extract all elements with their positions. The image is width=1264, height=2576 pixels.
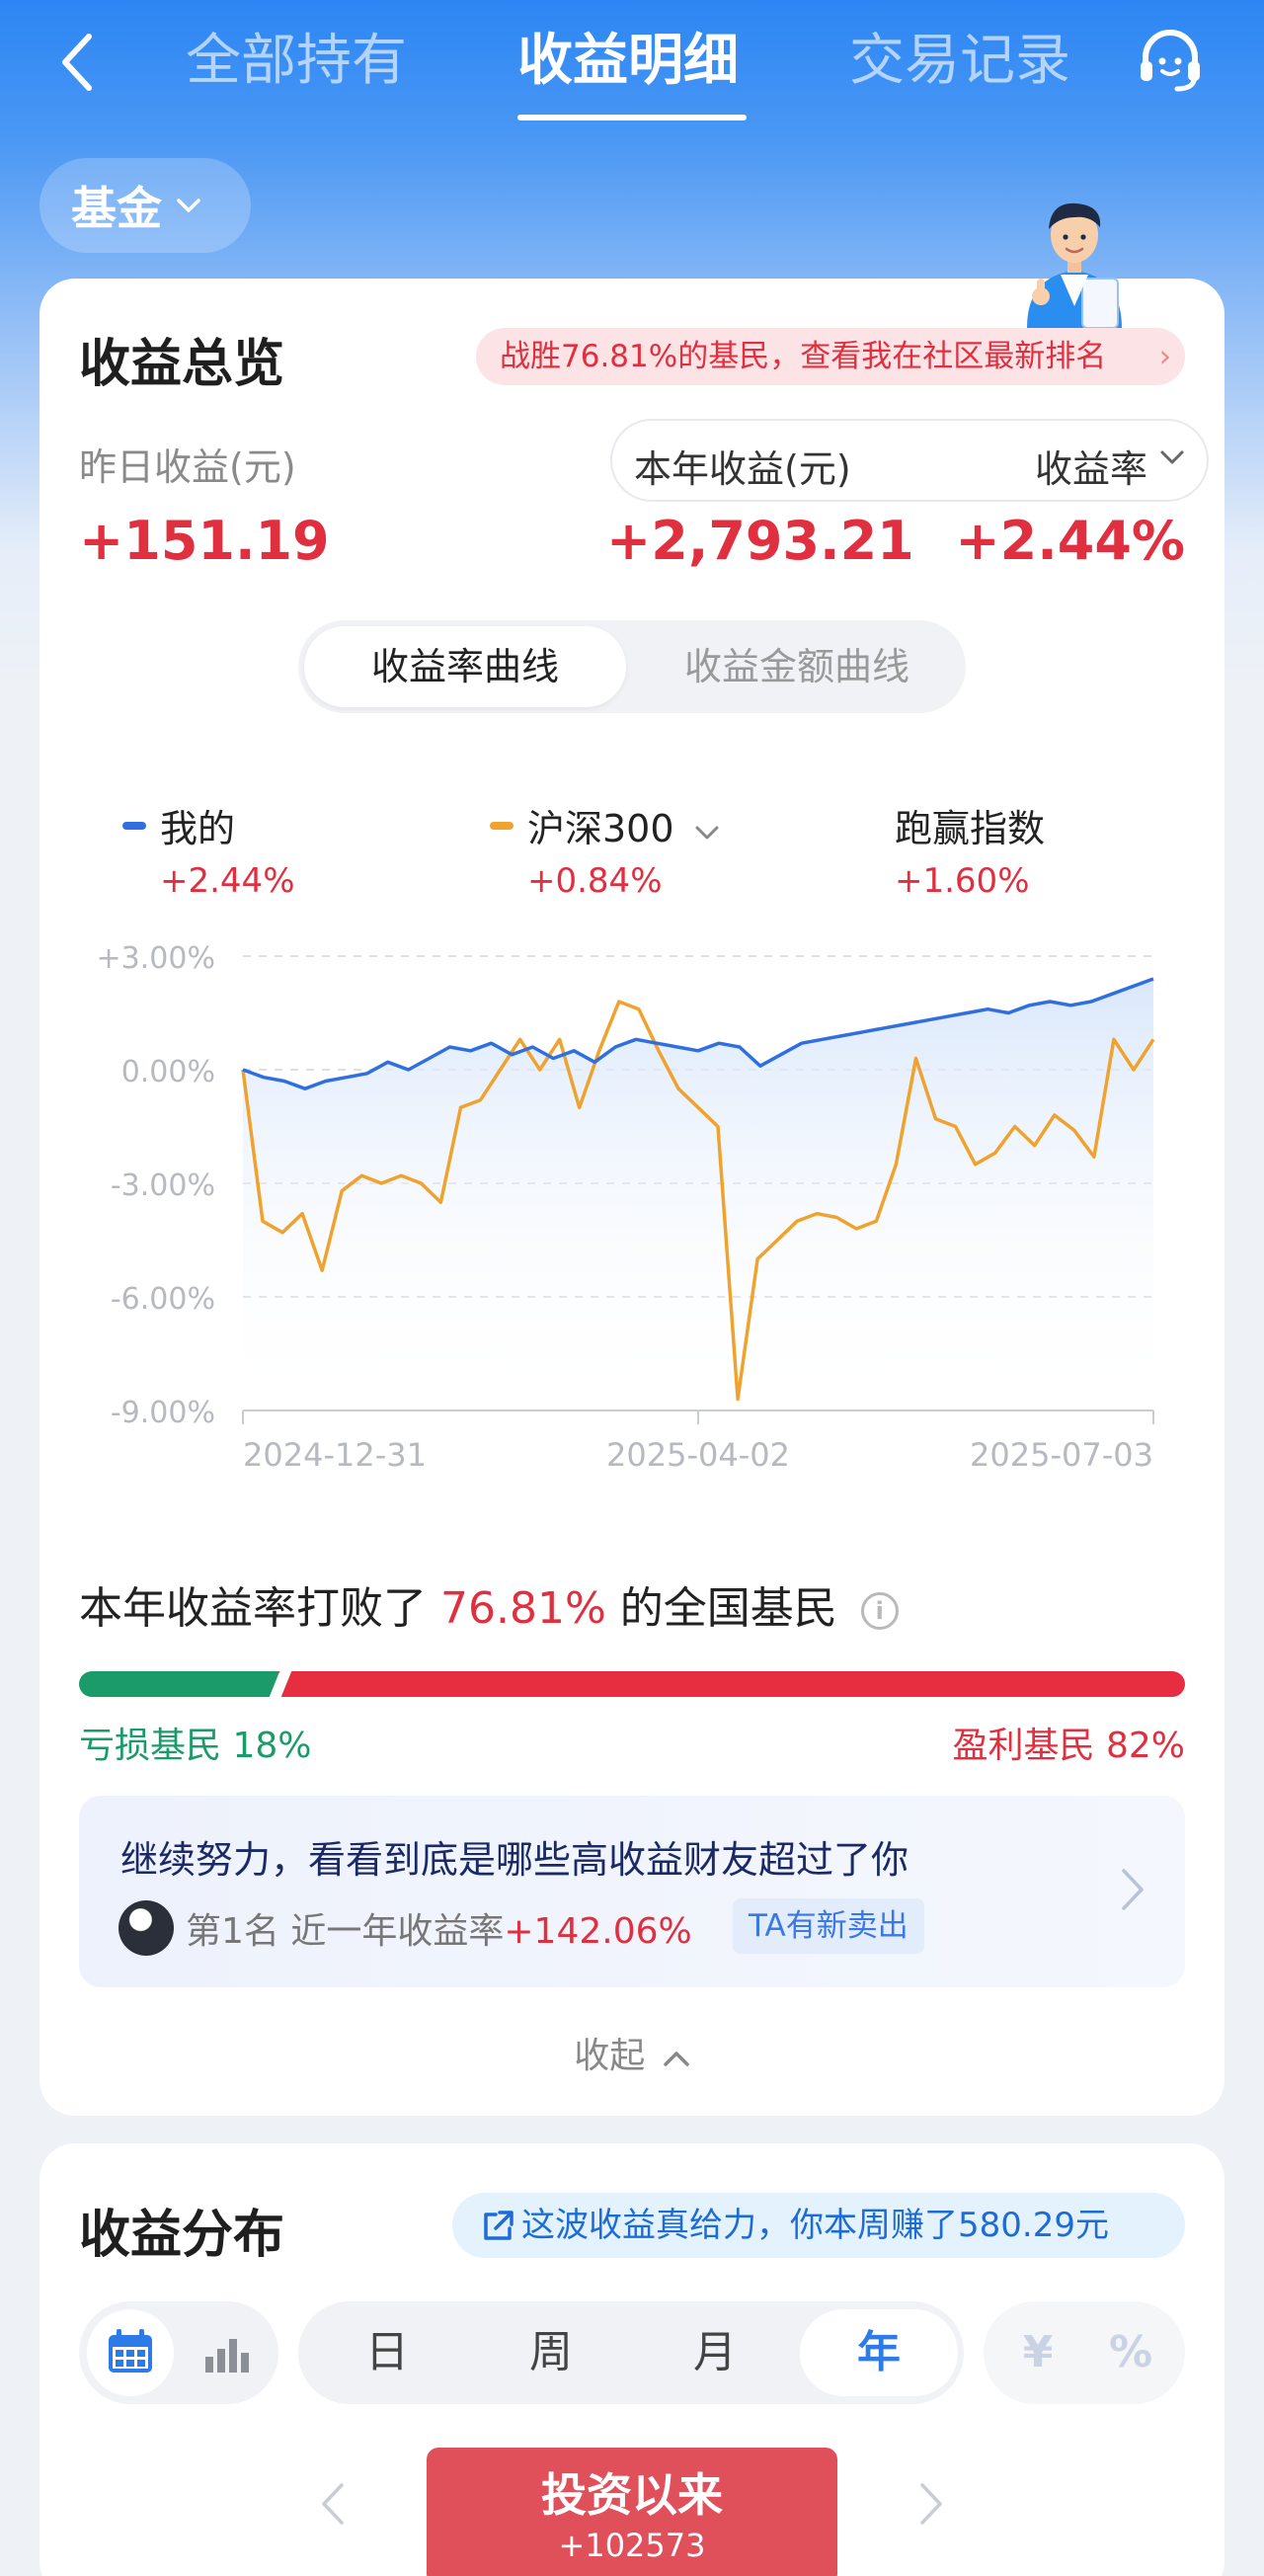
bar-chart-icon	[205, 2339, 249, 2373]
share-icon	[484, 2211, 514, 2240]
period-day[interactable]: 日	[308, 2301, 466, 2404]
beat-suffix: 的全国基民	[619, 1583, 837, 1634]
return-rate-chart: +3.00% 0.00% -3.00% -6.00% -9.00% 2024-12-31 2…	[97, 941, 1155, 1474]
promo-title: 继续努力，看看到底是哪些高收益财友超过了你	[120, 1838, 909, 1882]
x-tick-label: 2025-07-03	[970, 1436, 1153, 1474]
gain-share-bar	[278, 1671, 1185, 1697]
gain-investors-label: 盈利基民 82%	[952, 1726, 1185, 1766]
x-tick-label: 2025-04-02	[606, 1436, 790, 1474]
info-icon[interactable]: i	[860, 1592, 899, 1630]
x-tick-label: 2024-12-31	[243, 1436, 427, 1474]
beat-percent: 76.81%	[440, 1583, 606, 1634]
collapse-button[interactable]: 收起	[0, 2027, 1264, 2078]
beat-prefix: 本年收益率打败了	[79, 1583, 427, 1634]
period-year[interactable]: 年	[800, 2301, 958, 2404]
unit-toggle: ¥ %	[984, 2301, 1185, 2404]
chevron-left-icon[interactable]	[318, 2481, 346, 2527]
since-inception-value: +102573	[558, 2527, 706, 2564]
y-tick-label: -9.00%	[111, 1396, 215, 1430]
y-tick-label: -3.00%	[111, 1168, 215, 1203]
collapse-label: 收起	[574, 2036, 646, 2076]
beat-summary: 本年收益率打败了 76.81% 的全国基民 i	[79, 1572, 899, 1636]
promo-desc: 近一年收益率	[290, 1911, 505, 1952]
top-earners-banner[interactable]: 继续努力，看看到底是哪些高收益财友超过了你 第1名 近一年收益率+142.06%…	[79, 1796, 1185, 1987]
chevron-right-icon[interactable]	[918, 2481, 946, 2527]
new-sell-tag: TA有新卖出	[733, 1898, 924, 1954]
period-month[interactable]: 月	[636, 2301, 794, 2404]
since-inception-label: 投资以来	[541, 2468, 723, 2522]
chevron-right-icon	[1122, 1869, 1144, 1910]
y-tick-label: -6.00%	[111, 1282, 215, 1317]
view-mode-toggle	[79, 2301, 278, 2404]
bar-view-button[interactable]	[182, 2309, 269, 2396]
unit-amount[interactable]: ¥	[993, 2301, 1082, 2404]
promo-value: +142.06%	[504, 1911, 692, 1952]
weekly-earnings-share[interactable]: 这波收益真给力，你本周赚了580.29元	[452, 2193, 1185, 2258]
promo-detail: 第1名 近一年收益率+142.06%	[186, 1902, 692, 1954]
period-selector: 日 周 月 年	[298, 2301, 964, 2404]
unit-percent[interactable]: %	[1086, 2301, 1175, 2404]
mine-area	[243, 979, 1153, 1410]
chevron-up-icon	[663, 2052, 689, 2066]
y-tick-label: 0.00%	[121, 1055, 215, 1089]
avatar	[118, 1900, 174, 1956]
calendar-view-button[interactable]	[87, 2309, 174, 2396]
loss-investors-label: 亏损基民 18%	[79, 1726, 312, 1766]
loss-share-bar	[79, 1671, 282, 1697]
calendar-icon	[109, 2329, 152, 2373]
period-week[interactable]: 周	[472, 2301, 630, 2404]
weekly-earnings-text: 这波收益真给力，你本周赚了580.29元	[521, 2206, 1109, 2245]
promo-rank: 第1名	[186, 1911, 279, 1952]
y-tick-label: +3.00%	[97, 941, 215, 976]
distribution-title: 收益分布	[79, 2206, 285, 2265]
since-inception-cell[interactable]: 投资以来 +102573	[427, 2448, 837, 2576]
